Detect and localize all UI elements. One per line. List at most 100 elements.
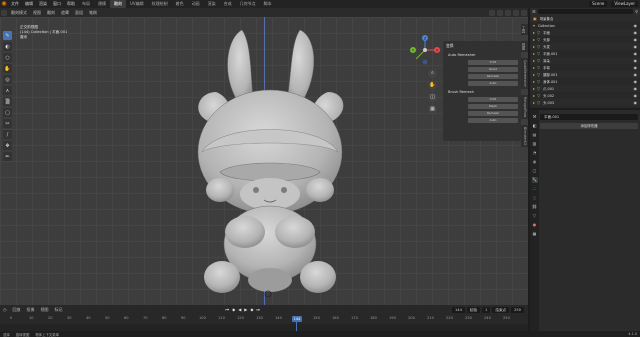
param-field[interactable]: Auto: [468, 80, 518, 86]
tab-rendering[interactable]: 渲染: [204, 0, 220, 8]
navigation-gizmo[interactable]: Z X Y: [410, 35, 440, 65]
tab-uv-editing[interactable]: UV编辑: [126, 0, 148, 8]
section-title[interactable]: Auto Remesher: [446, 52, 518, 58]
timeline-editor-icon[interactable]: ◷: [0, 307, 10, 312]
blender-logo-icon[interactable]: ◉: [0, 0, 8, 8]
prev-keyframe-icon[interactable]: ◆: [232, 307, 235, 312]
camera-icon[interactable]: ◫: [428, 93, 437, 102]
tab-animation[interactable]: 动画: [188, 0, 204, 8]
end-frame-field[interactable]: 250: [511, 306, 524, 313]
tab-shading[interactable]: 着色: [172, 0, 188, 8]
3d-viewport[interactable]: 正交前视图 (144) Collection | 平面.001 厘米 ✎ ◐ ○…: [0, 17, 528, 305]
mode-selector[interactable]: 雕刻模式: [8, 8, 30, 17]
draw-brush-icon[interactable]: ✎: [3, 31, 12, 40]
inflate-brush-icon[interactable]: ◎: [3, 75, 12, 84]
npanel-tab-view[interactable]: 视图: [521, 41, 528, 52]
param-field[interactable]: Remesh: [468, 110, 518, 116]
editor-type-icon[interactable]: [1, 9, 7, 16]
grab-brush-icon[interactable]: ✋: [3, 64, 12, 73]
solid-shading-icon[interactable]: [505, 9, 511, 16]
param-field[interactable]: Auto: [468, 117, 518, 123]
menu-face-sets[interactable]: 面组: [72, 8, 86, 17]
mask-brush-icon[interactable]: ▒: [3, 97, 12, 106]
lasso-trim-icon[interactable]: ✂: [3, 119, 12, 128]
start-frame-field[interactable]: 1: [482, 306, 491, 313]
outliner-search-input[interactable]: [537, 9, 634, 14]
expand-icon[interactable]: ▸: [533, 58, 535, 63]
frame-ruler[interactable]: 0 10 20 30 40 50 60 70 80 90 100 110 120…: [0, 316, 528, 322]
xray-icon[interactable]: [497, 9, 503, 16]
transform-icon[interactable]: ✥: [3, 141, 12, 150]
current-frame-field[interactable]: 144: [452, 306, 465, 313]
expand-icon[interactable]: ▸: [533, 79, 535, 84]
tab-geometry-nodes[interactable]: 几何节点: [236, 0, 260, 8]
npanel-tab-tool[interactable]: 工具: [521, 24, 528, 35]
viewport-overlay-icon[interactable]: [489, 9, 495, 16]
expand-icon[interactable]: ▸: [533, 86, 535, 91]
visibility-eye-icon[interactable]: ◉: [634, 79, 638, 84]
menu-edit[interactable]: 编辑: [22, 0, 36, 8]
world-tab-icon[interactable]: ◍: [532, 159, 538, 165]
tab-sculpting[interactable]: 雕刻: [110, 0, 126, 8]
object-tab-icon[interactable]: ▢: [532, 168, 538, 174]
npanel-tab-quadremesher[interactable]: QuadRemesher: [521, 58, 528, 89]
tab-layout[interactable]: 布局: [78, 0, 94, 8]
tab-texture-paint[interactable]: 纹理绘制: [148, 0, 172, 8]
zoom-icon[interactable]: ⌕: [428, 69, 437, 78]
current-frame-indicator[interactable]: 144: [292, 316, 302, 322]
play-reverse-icon[interactable]: ◀: [238, 307, 241, 312]
expand-icon[interactable]: ▸: [533, 72, 535, 77]
section-title[interactable]: Brush Remesh: [446, 89, 518, 95]
visibility-eye-icon[interactable]: ◉: [634, 51, 638, 56]
visibility-eye-icon[interactable]: ◉: [634, 58, 638, 63]
visibility-eye-icon[interactable]: ◉: [634, 100, 638, 105]
expand-icon[interactable]: ▾: [533, 23, 535, 28]
menu-sculpt[interactable]: 雕刻: [44, 8, 58, 17]
menu-timeline-view[interactable]: 视图: [38, 307, 52, 313]
filter-icon[interactable]: ⚲: [635, 9, 638, 14]
npanel-tab-blenderkit[interactable]: BlenderKit: [521, 125, 528, 148]
scene-tab-icon[interactable]: ◔: [532, 150, 538, 156]
sculpt-model[interactable]: [150, 22, 390, 297]
tool-tab-icon[interactable]: ⚒: [532, 114, 538, 120]
material-shading-icon[interactable]: [513, 9, 519, 16]
modifier-wrench-icon[interactable]: 🔧: [531, 177, 538, 183]
expand-icon[interactable]: ▸: [533, 93, 535, 98]
param-field[interactable]: Mesh: [468, 103, 518, 109]
menu-window[interactable]: 窗口: [50, 0, 64, 8]
visibility-eye-icon[interactable]: ◉: [634, 23, 638, 28]
param-field[interactable]: Remesh: [468, 73, 518, 79]
expand-icon[interactable]: ▸: [533, 30, 535, 35]
outliner-row-object[interactable]: ▸ ▽ 头发 ◉: [530, 43, 640, 50]
render-tab-icon[interactable]: ◧: [532, 123, 538, 129]
outliner-row-object[interactable]: ▸ ▽ 爪.001 ◉: [530, 85, 640, 92]
texture-tab-icon[interactable]: ▦: [532, 231, 538, 237]
output-tab-icon[interactable]: ▤: [532, 132, 538, 138]
jump-end-icon[interactable]: ⏭: [256, 307, 260, 312]
expand-icon[interactable]: ▸: [533, 37, 535, 42]
smooth-brush-icon[interactable]: ○: [3, 53, 12, 62]
view-layer-selector[interactable]: ViewLayer: [611, 1, 638, 7]
tab-compositing[interactable]: 合成: [220, 0, 236, 8]
menu-keying[interactable]: 抠像: [24, 307, 38, 313]
crease-brush-icon[interactable]: ∧: [3, 86, 12, 95]
outliner-row-collection[interactable]: ▾ Collection ◉: [530, 22, 640, 29]
visibility-eye-icon[interactable]: ◉: [634, 30, 638, 35]
outliner-row-object[interactable]: ▸ ▽ 头.002 ◉: [530, 92, 640, 99]
outliner-row-object[interactable]: ▸ ▽ 腿部.001 ◉: [530, 71, 640, 78]
play-icon[interactable]: ▶: [244, 307, 247, 312]
scene-selector[interactable]: Scene: [589, 1, 608, 7]
menu-file[interactable]: 文件: [8, 0, 22, 8]
physics-tab-icon[interactable]: ◌: [532, 195, 538, 201]
outliner-row-object[interactable]: ▸ ▽ 手臂 ◉: [530, 64, 640, 71]
annotate-icon[interactable]: ✏: [3, 152, 12, 161]
visibility-eye-icon[interactable]: ◉: [634, 65, 638, 70]
expand-icon[interactable]: ▸: [533, 65, 535, 70]
material-tab-icon[interactable]: ●: [532, 222, 538, 228]
object-name-field[interactable]: 平面.001: [540, 114, 638, 120]
next-keyframe-icon[interactable]: ◆: [250, 307, 253, 312]
menu-help[interactable]: 帮助: [64, 0, 78, 8]
outliner-row-object[interactable]: ▸ ▽ 平面.001 ◉: [530, 50, 640, 57]
tab-modeling[interactable]: 建模: [94, 0, 110, 8]
expand-icon[interactable]: ▸: [533, 51, 535, 56]
